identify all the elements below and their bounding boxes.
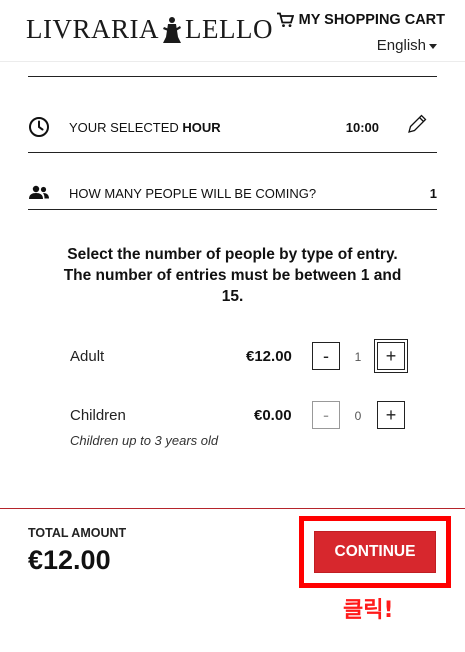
people-count-value: 1 (429, 185, 437, 201)
divider (28, 152, 437, 153)
entry-price: €0.00 (254, 407, 292, 424)
footer-divider (0, 508, 465, 509)
site-header: LIVRARIA LELLO MY SHOPPING CART English (0, 0, 465, 62)
entry-name: Adult (70, 348, 105, 365)
logo-figure-icon (163, 16, 181, 43)
cart-icon (276, 12, 294, 27)
caret-down-icon (429, 44, 437, 49)
divider (28, 209, 437, 210)
pencil-icon[interactable] (405, 112, 429, 141)
continue-highlight-box: CONTINUE (299, 516, 451, 588)
total-amount-value: €12.00 (28, 545, 111, 575)
people-count-label: HOW MANY PEOPLE WILL BE COMING? (69, 185, 317, 201)
entry-note: Children up to 3 years old (70, 433, 219, 448)
livraria-lello-logo[interactable]: LIVRARIA LELLO (26, 14, 273, 45)
shopping-cart-link[interactable]: MY SHOPPING CART (276, 12, 445, 28)
adult-decrement-button[interactable]: - (312, 342, 340, 370)
click-annotation: 클릭! (343, 598, 394, 623)
divider (28, 76, 437, 77)
adult-increment-button[interactable]: + (374, 339, 408, 373)
logo-text-right: LELLO (185, 14, 273, 44)
entry-name: Children (70, 407, 126, 424)
language-label: English (376, 37, 426, 54)
entry-price: €12.00 (246, 348, 292, 365)
people-count-row[interactable]: HOW MANY PEOPLE WILL BE COMING? 1 (28, 183, 437, 203)
total-amount-label: TOTAL AMOUNT (28, 526, 127, 540)
clock-icon (28, 116, 50, 138)
children-quantity: 0 (354, 409, 362, 423)
continue-button[interactable]: CONTINUE (314, 531, 436, 573)
logo-text-left: LIVRARIA (26, 14, 159, 44)
language-selector[interactable]: English (377, 37, 437, 54)
entry-instructions: Select the number of people by type of e… (63, 246, 402, 305)
children-increment-button[interactable]: + (377, 401, 405, 429)
people-icon (28, 185, 50, 201)
selected-hour-label: YOUR SELECTED HOUR (69, 119, 221, 135)
cart-label: MY SHOPPING CART (298, 12, 445, 28)
selected-hour-value: 10:00 (345, 119, 379, 135)
children-decrement-button[interactable]: - (312, 401, 340, 429)
adult-quantity: 1 (354, 350, 362, 364)
selected-hour-row: YOUR SELECTED HOUR 10:00 (28, 114, 437, 138)
